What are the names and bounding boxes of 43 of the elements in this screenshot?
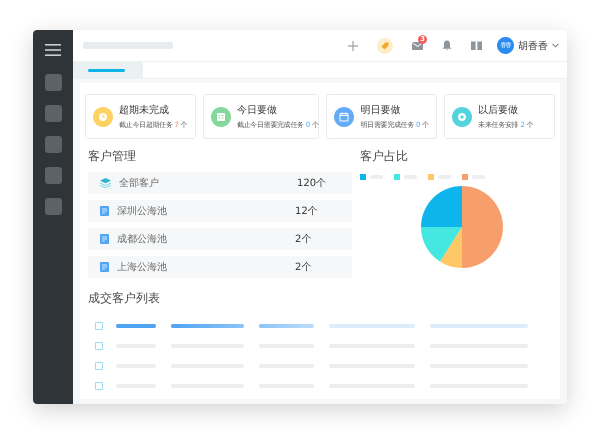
customer-row[interactable]: 上海公海池 2个 xyxy=(88,256,352,278)
checkbox[interactable] xyxy=(95,342,103,350)
placeholder-bar xyxy=(116,324,156,328)
menu-icon[interactable] xyxy=(45,44,61,56)
module-icon[interactable] xyxy=(44,74,62,91)
book-icon[interactable] xyxy=(471,41,482,50)
card-title: 超期未完成 xyxy=(119,104,170,117)
row-count: 2个 xyxy=(295,261,312,274)
user-name[interactable]: 胡香香 xyxy=(518,38,548,52)
document-icon xyxy=(100,234,109,244)
placeholder-bar xyxy=(259,324,314,328)
tag-icon[interactable] xyxy=(377,38,393,54)
card-title: 以后要做 xyxy=(478,104,520,117)
module-icon[interactable] xyxy=(44,105,62,122)
card-title: 今日要做 xyxy=(236,104,278,117)
bell-icon[interactable] xyxy=(442,40,452,51)
row-label: 深圳公海池 xyxy=(117,204,168,218)
checkbox[interactable] xyxy=(95,382,103,390)
section-title: 客户占比 xyxy=(360,148,409,165)
layers-icon xyxy=(100,178,111,188)
card-title: 明日要做 xyxy=(360,104,402,117)
plus-icon[interactable] xyxy=(348,40,358,50)
section-title: 成交客户列表 xyxy=(88,290,161,307)
checkbox[interactable] xyxy=(95,362,103,370)
customer-row[interactable]: 全部客户 120个 xyxy=(88,172,352,194)
section-title: 客户管理 xyxy=(88,148,137,165)
row-label: 全部客户 xyxy=(119,176,160,190)
row-count: 120个 xyxy=(297,177,326,190)
customer-row[interactable]: 成都公海池 2个 xyxy=(88,228,352,250)
module-icon[interactable] xyxy=(44,198,62,215)
row-label: 上海公海池 xyxy=(117,260,168,274)
tab[interactable] xyxy=(73,62,143,78)
document-icon xyxy=(100,206,109,216)
checkbox[interactable] xyxy=(95,322,103,330)
mail-icon[interactable] xyxy=(412,42,423,50)
caret-icon[interactable] xyxy=(552,43,559,48)
module-icon[interactable] xyxy=(44,136,62,153)
customer-row[interactable]: 深圳公海池 12个 xyxy=(88,200,352,222)
module-icon[interactable] xyxy=(44,167,62,184)
document-icon xyxy=(100,262,109,272)
row-count: 2个 xyxy=(295,233,312,246)
row-label: 成都公海池 xyxy=(117,232,168,246)
row-count: 12个 xyxy=(295,205,318,218)
